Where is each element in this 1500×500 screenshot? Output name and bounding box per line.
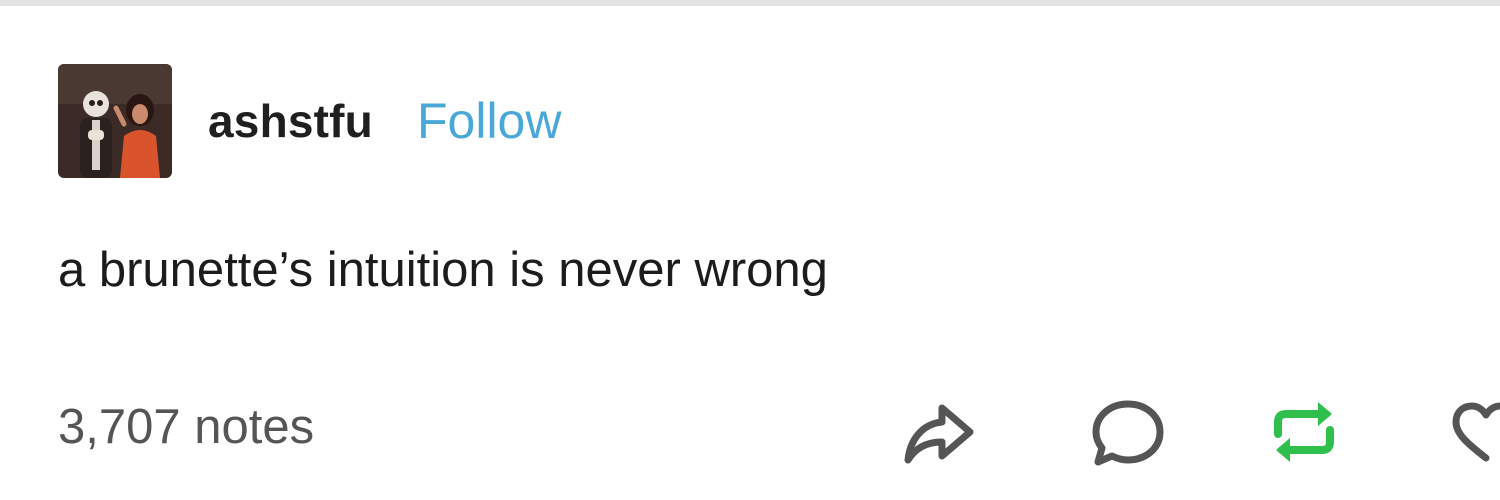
avatar-image: [58, 64, 172, 178]
notes-count[interactable]: 3,707 notes: [58, 399, 314, 455]
reply-button[interactable]: [1088, 392, 1168, 472]
reblog-button[interactable]: [1264, 392, 1344, 472]
reblog-icon: [1274, 402, 1334, 462]
like-button[interactable]: [1446, 392, 1500, 472]
username[interactable]: ashstfu: [208, 94, 373, 148]
post-header: ashstfu Follow: [58, 63, 561, 179]
avatar[interactable]: [58, 64, 172, 178]
post-footer: 3,707 notes: [0, 386, 1500, 476]
post-text: a brunette’s intuition is never wrong: [58, 243, 828, 297]
follow-button[interactable]: Follow: [417, 92, 561, 150]
heart-icon: [1452, 402, 1500, 462]
share-icon: [904, 404, 974, 464]
share-button[interactable]: [898, 392, 978, 472]
reply-icon: [1092, 400, 1164, 466]
post-card: ashstfu Follow a brunette’s intuition is…: [0, 6, 1500, 500]
